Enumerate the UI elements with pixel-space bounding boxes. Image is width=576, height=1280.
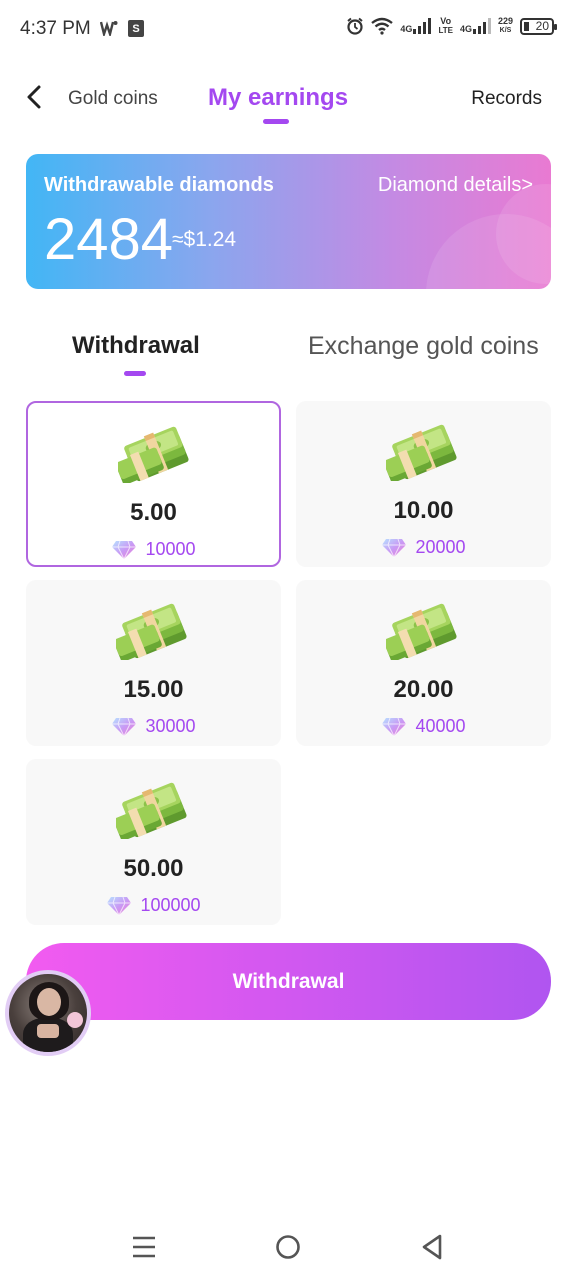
diamond-icon (112, 717, 137, 737)
home-circle-icon (276, 1235, 300, 1259)
wifi-icon (371, 17, 394, 35)
records-link[interactable]: Records (471, 88, 542, 110)
section-tab-indicator (124, 371, 146, 376)
avatar-figure (37, 988, 61, 1016)
signal-bars-1-icon (413, 18, 432, 34)
diamond-balance-card: Withdrawable diamonds Diamond details> 2… (26, 154, 551, 289)
cash-stack-icon (118, 426, 189, 483)
option-diamond-cost: 30000 (26, 716, 281, 737)
avatar-figure (37, 1024, 59, 1038)
tab-withdrawal[interactable]: Withdrawal (72, 332, 200, 360)
cash-stack-icon (386, 424, 457, 481)
network-speed: 229 K/S (497, 16, 513, 35)
nav-back-button[interactable] (416, 1231, 448, 1263)
option-amount: 10.00 (393, 497, 454, 524)
withdrawable-diamonds-label: Withdrawable diamonds (44, 174, 274, 196)
floating-avatar[interactable] (5, 970, 91, 1056)
option-diamond-cost: 40000 (296, 716, 551, 737)
withdraw-option-card[interactable]: 15.00 30000 (26, 580, 281, 746)
option-amount: 15.00 (123, 676, 184, 703)
network-type-1: 4G (400, 24, 413, 34)
withdraw-option-card[interactable]: 10.00 20000 (296, 401, 551, 567)
chevron-left-icon (27, 85, 41, 109)
option-diamond-cost: 10000 (28, 539, 279, 560)
alarm-icon (347, 17, 364, 35)
shopping-bag-icon: S (128, 19, 144, 37)
diamond-icon (382, 717, 407, 737)
notification-icons: S (100, 19, 144, 37)
withdrawal-button[interactable]: Withdrawal (26, 943, 551, 1020)
option-diamond-cost: 20000 (296, 537, 551, 558)
nav-home-button[interactable] (272, 1231, 304, 1263)
tab-my-earnings[interactable]: My earnings (208, 84, 348, 112)
withdraw-option-card[interactable]: 20.00 40000 (296, 580, 551, 746)
network-type-2: 4G (459, 24, 472, 34)
active-tab-indicator (263, 119, 289, 124)
option-amount: 20.00 (393, 676, 454, 703)
triangle-back-icon (422, 1234, 442, 1260)
cash-stack-icon (386, 603, 457, 660)
avatar-sticker (67, 1012, 83, 1028)
diamond-details-link[interactable]: Diamond details> (378, 174, 533, 197)
status-bar: 4:37 PM S 4G Vo LTE 4G 229 K/S 20 (0, 0, 576, 60)
header: Gold coins My earnings Records (0, 70, 576, 130)
tab-gold-coins[interactable]: Gold coins (68, 88, 158, 110)
cash-stack-icon (116, 603, 187, 660)
diamond-icon (382, 538, 407, 558)
diamond-icon (107, 896, 132, 916)
tab-exchange-gold-coins[interactable]: Exchange gold coins (308, 332, 539, 361)
nav-menu-button[interactable] (128, 1231, 160, 1263)
signal-bars-2-icon (472, 18, 491, 34)
option-amount: 50.00 (123, 855, 184, 882)
diamond-amount: 2484 (44, 207, 174, 272)
status-time: 4:37 PM (20, 18, 91, 39)
system-nav-bar (0, 1215, 576, 1280)
withdrawal-button-label: Withdrawal (232, 969, 345, 993)
option-diamond-cost: 100000 (26, 895, 281, 916)
withdraw-option-card[interactable]: 5.00 10000 (26, 401, 281, 567)
usd-equivalent: ≈$1.24 (172, 228, 237, 251)
menu-icon (133, 1236, 155, 1258)
app-notification-icon (100, 19, 118, 37)
diamond-icon (112, 540, 137, 560)
system-status-icons: 4G Vo LTE 4G 229 K/S 20 (346, 16, 557, 36)
volte-indicator: Vo LTE (438, 16, 453, 36)
option-amount: 5.00 (130, 499, 177, 526)
cash-stack-icon (116, 782, 187, 839)
battery-icon: 20 (520, 17, 557, 35)
back-button[interactable] (20, 82, 48, 112)
withdraw-option-card[interactable]: 50.00 100000 (26, 759, 281, 925)
